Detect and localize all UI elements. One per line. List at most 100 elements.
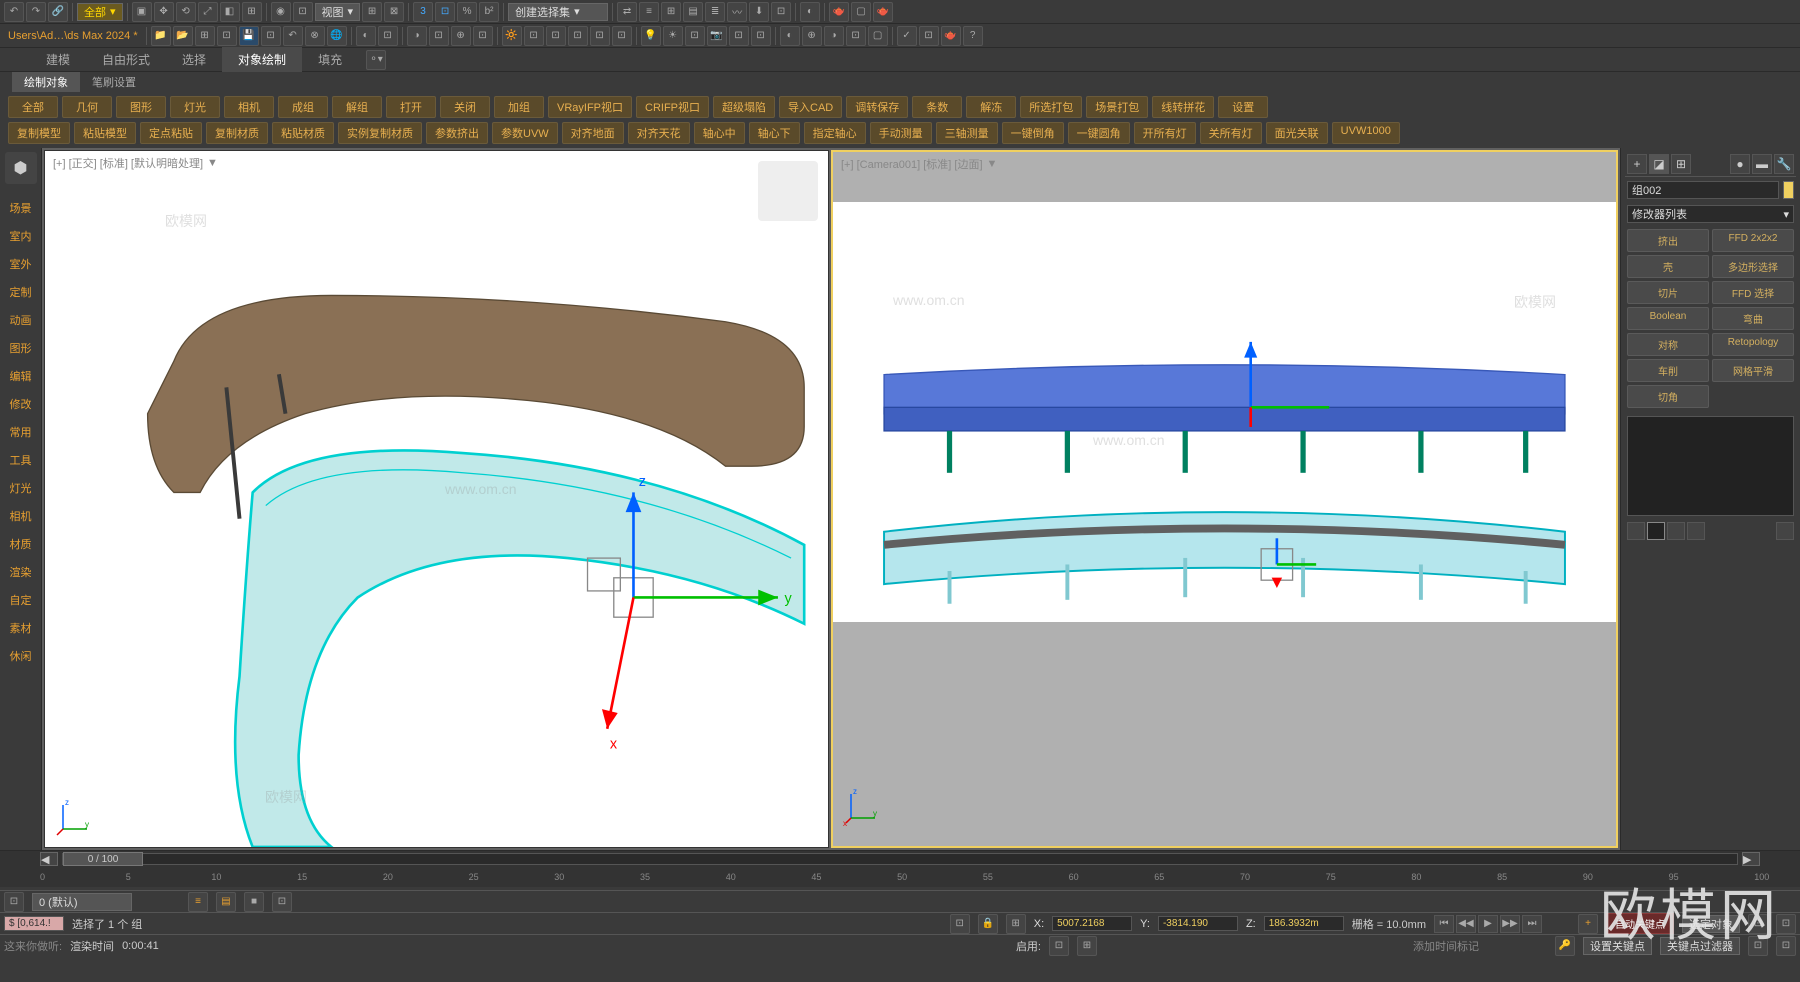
tool-btn[interactable]: ⊞ bbox=[195, 26, 215, 46]
tool-btn[interactable]: 🌐 bbox=[327, 26, 347, 46]
scale-btn[interactable]: ⤢ bbox=[198, 2, 218, 22]
configure-btn[interactable] bbox=[1776, 522, 1794, 540]
help-btn[interactable]: ? bbox=[963, 26, 983, 46]
sidebar-item[interactable]: 休闲 bbox=[2, 642, 39, 670]
filter-icon[interactable]: ▼ bbox=[987, 158, 998, 170]
script-button[interactable]: 全部 bbox=[8, 96, 58, 118]
sidebar-item[interactable]: 室内 bbox=[2, 222, 39, 250]
selected-obj-dropdown[interactable]: 选定对象 bbox=[1682, 915, 1740, 933]
script-button[interactable]: 参数挤出 bbox=[426, 122, 488, 144]
modifier-button[interactable]: FFD 2x2x2 bbox=[1712, 229, 1794, 252]
utilities-tab[interactable]: 🔧 bbox=[1774, 154, 1794, 174]
script-button[interactable]: 一键圆角 bbox=[1068, 122, 1130, 144]
tool-btn[interactable]: ⊡ bbox=[261, 26, 281, 46]
render-setup-btn[interactable]: 🫖 bbox=[829, 2, 849, 22]
hierarchy-tab[interactable]: ⊞ bbox=[1671, 154, 1691, 174]
time-handle[interactable]: 0 / 100 bbox=[63, 852, 143, 866]
tool-btn[interactable]: ⊕ bbox=[802, 26, 822, 46]
tool-btn[interactable]: ⊡ bbox=[590, 26, 610, 46]
sidebar-item[interactable]: 修改 bbox=[2, 390, 39, 418]
script-button[interactable]: 复制材质 bbox=[206, 122, 268, 144]
enable-btn[interactable]: ⊞ bbox=[1077, 936, 1097, 956]
sidebar-item[interactable]: 场景 bbox=[2, 194, 39, 222]
script-button[interactable]: 轴心中 bbox=[694, 122, 745, 144]
script-button[interactable]: 调转保存 bbox=[846, 96, 908, 118]
nav-btn[interactable]: ⊡ bbox=[1776, 914, 1796, 934]
play-btn[interactable]: ▶ bbox=[1478, 915, 1498, 933]
script-button[interactable]: 场景打包 bbox=[1086, 96, 1148, 118]
tool-btn[interactable]: ≡ bbox=[188, 892, 208, 912]
time-slider[interactable]: ◀ 0 / 100 ▶ bbox=[0, 851, 1800, 867]
script-button[interactable]: 参数UVW bbox=[492, 122, 558, 144]
tool-btn[interactable]: ↶ bbox=[283, 26, 303, 46]
pin-stack-btn[interactable] bbox=[1627, 522, 1645, 540]
sidebar-logo-icon[interactable]: ⬢ bbox=[5, 152, 37, 184]
object-name-input[interactable] bbox=[1627, 181, 1779, 199]
script-button[interactable]: 条数 bbox=[912, 96, 962, 118]
modifier-stack[interactable] bbox=[1627, 416, 1794, 516]
script-button[interactable]: 定点粘贴 bbox=[140, 122, 202, 144]
viewport-label[interactable]: [+] [正交] [标准] [默认明暗处理] ▼ bbox=[53, 155, 218, 171]
auto-key-btn[interactable]: 自动关键点 bbox=[1606, 913, 1674, 934]
tool-btn[interactable]: ⊠ bbox=[384, 2, 404, 22]
move-btn[interactable]: ✥ bbox=[154, 2, 174, 22]
modifier-button[interactable]: 弯曲 bbox=[1712, 307, 1794, 330]
next-frame-btn[interactable]: ▶▶ bbox=[1500, 915, 1520, 933]
sidebar-item[interactable]: 常用 bbox=[2, 418, 39, 446]
snap-btn[interactable]: 3 bbox=[413, 2, 433, 22]
tool-btn[interactable]: 📂 bbox=[173, 26, 193, 46]
tool-btn[interactable]: ◑ bbox=[407, 26, 427, 46]
save-btn[interactable]: 💾 bbox=[239, 26, 259, 46]
modifier-list-dropdown[interactable]: 修改器列表▾ bbox=[1627, 205, 1794, 223]
sidebar-item[interactable]: 灯光 bbox=[2, 474, 39, 502]
script-button[interactable]: 对齐天花 bbox=[628, 122, 690, 144]
tool-btn[interactable]: ▢ bbox=[868, 26, 888, 46]
nav-btn[interactable]: ⊡ bbox=[1748, 914, 1768, 934]
render-frame-btn[interactable]: ▢ bbox=[851, 2, 871, 22]
modifier-button[interactable]: 网格平滑 bbox=[1712, 359, 1794, 382]
script-button[interactable]: 设置 bbox=[1218, 96, 1268, 118]
snap-btn[interactable]: ⊡ bbox=[435, 2, 455, 22]
script-button[interactable]: 一键倒角 bbox=[1002, 122, 1064, 144]
remove-btn[interactable] bbox=[1687, 522, 1705, 540]
tool-btn[interactable]: ⊡ bbox=[293, 2, 313, 22]
ribbon-tab[interactable]: 选择 bbox=[166, 47, 222, 72]
add-time-tag[interactable]: 添加时间标记 bbox=[1413, 938, 1479, 954]
nav-btn[interactable]: ⊡ bbox=[1748, 936, 1768, 956]
ribbon-tab[interactable]: 自由形式 bbox=[86, 47, 166, 72]
sidebar-item[interactable]: 工具 bbox=[2, 446, 39, 474]
create-tab[interactable]: + bbox=[1627, 154, 1647, 174]
script-button[interactable]: 三轴测量 bbox=[936, 122, 998, 144]
tool-btn[interactable]: ⊕ bbox=[451, 26, 471, 46]
script-button[interactable]: UVW1000 bbox=[1332, 122, 1400, 144]
script-button[interactable]: 图形 bbox=[116, 96, 166, 118]
tool-btn[interactable]: ⊡ bbox=[272, 892, 292, 912]
xyz-btn[interactable]: ⊞ bbox=[1006, 914, 1026, 934]
script-button[interactable]: 所选打包 bbox=[1020, 96, 1082, 118]
tool-btn[interactable]: 🔆 bbox=[502, 26, 522, 46]
motion-tab[interactable]: ● bbox=[1730, 154, 1750, 174]
script-button[interactable]: 相机 bbox=[224, 96, 274, 118]
script-button[interactable]: 成组 bbox=[278, 96, 328, 118]
script-button[interactable]: VRayIFP视口 bbox=[548, 96, 632, 118]
script-button[interactable]: 导入CAD bbox=[779, 96, 842, 118]
tool-btn[interactable]: ⊡ bbox=[217, 26, 237, 46]
tool-btn[interactable]: ⊡ bbox=[729, 26, 749, 46]
ribbon-tab[interactable]: 对象绘制 bbox=[222, 47, 302, 72]
sub-tab[interactable]: 绘制对象 bbox=[12, 72, 80, 92]
tool-btn[interactable]: ⊡ bbox=[524, 26, 544, 46]
tool-btn[interactable]: 📁 bbox=[151, 26, 171, 46]
script-button[interactable]: 实例复制材质 bbox=[338, 122, 422, 144]
selection-set-dropdown[interactable]: 创建选择集 ▾ bbox=[508, 3, 608, 21]
nav-btn[interactable]: ⊡ bbox=[1776, 936, 1796, 956]
script-button[interactable]: 指定轴心 bbox=[804, 122, 866, 144]
sidebar-item[interactable]: 动画 bbox=[2, 306, 39, 334]
tool-btn[interactable]: ↷ bbox=[26, 2, 46, 22]
select-btn[interactable]: ▣ bbox=[132, 2, 152, 22]
ribbon-toggle[interactable]: ⚬▾ bbox=[366, 50, 386, 70]
key-filter-btn[interactable]: 关键点过滤器 bbox=[1660, 937, 1740, 955]
tool-btn[interactable]: 🔗 bbox=[48, 2, 68, 22]
light-btn[interactable]: 📷 bbox=[707, 26, 727, 46]
tool-btn[interactable]: ≣ bbox=[705, 2, 725, 22]
viewport-label[interactable]: [+] [Camera001] [标准] [边面] ▼ bbox=[841, 156, 997, 172]
